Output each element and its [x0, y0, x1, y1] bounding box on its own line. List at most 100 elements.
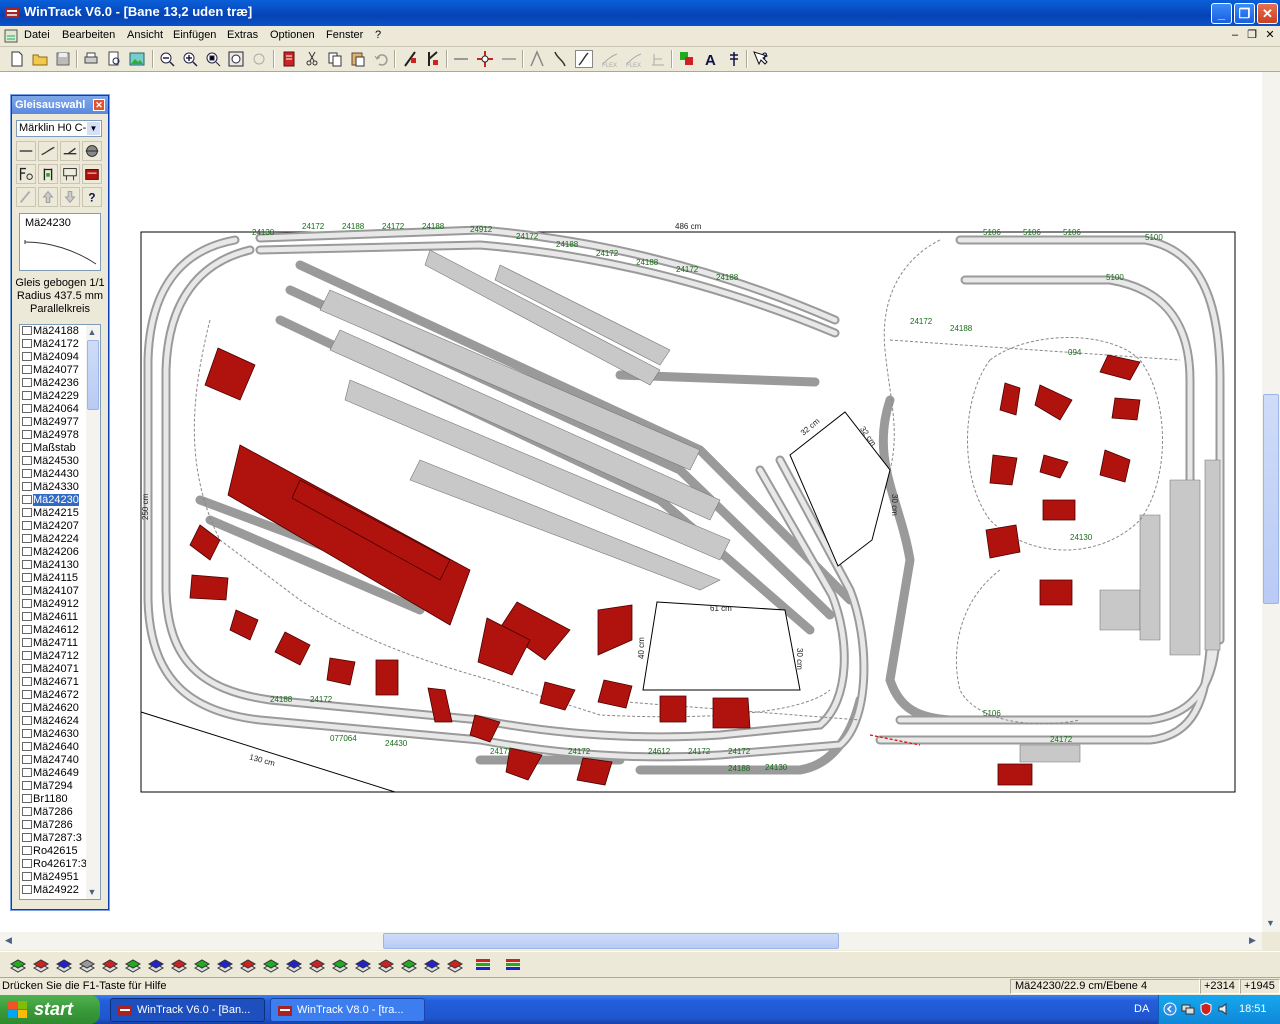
track-selection-panel[interactable]: Gleisauswahl ✕ Märklin H0 C- ▼ ? Mä24230…	[11, 95, 109, 910]
layer-19-icon[interactable]	[423, 956, 441, 974]
list-item[interactable]: Mä24630	[20, 728, 84, 741]
list-item[interactable]: Mä24611	[20, 611, 84, 624]
layer-color-icon[interactable]	[678, 50, 696, 68]
mdi-minimize-icon[interactable]: –	[1228, 28, 1242, 42]
list-item[interactable]: Mä24672	[20, 689, 84, 702]
curved-track-icon[interactable]	[38, 141, 58, 161]
library-select[interactable]: Märklin H0 C- ▼	[16, 120, 102, 137]
list-item[interactable]: Mä24640	[20, 741, 84, 754]
list-item[interactable]: Mä24612	[20, 624, 84, 637]
layer-8-icon[interactable]	[170, 956, 188, 974]
move-icon[interactable]	[476, 50, 494, 68]
document-icon[interactable]	[3, 28, 19, 44]
menu-ansicht[interactable]: Ansicht	[127, 29, 163, 41]
network-icon[interactable]	[1181, 1002, 1195, 1016]
list-item[interactable]: Mä24330	[20, 481, 84, 494]
panel-close-icon[interactable]: ✕	[93, 99, 105, 111]
list-scroll-thumb[interactable]	[87, 340, 99, 410]
list-item[interactable]: Mä24740	[20, 754, 84, 767]
list-item[interactable]: Mä24624	[20, 715, 84, 728]
list-item[interactable]: Ro42617:3	[20, 858, 87, 871]
layer-20-icon[interactable]	[446, 956, 464, 974]
list-item[interactable]: Mä24064	[20, 403, 84, 416]
list-item[interactable]: Mä24207	[20, 520, 84, 533]
library-icon[interactable]	[280, 50, 298, 68]
menu-bearbeiten[interactable]: Bearbeiten	[62, 29, 115, 41]
list-item[interactable]: Mä24188	[20, 325, 84, 338]
signal-icon[interactable]	[725, 50, 743, 68]
list-item[interactable]: Mä7294	[20, 780, 84, 793]
list-item[interactable]: Mä24977	[20, 416, 84, 429]
building-outline-icon[interactable]	[60, 164, 80, 184]
list-item[interactable]: Mä7286	[20, 819, 84, 832]
flex-curve-icon[interactable]	[575, 50, 593, 68]
switch-edit-icon[interactable]	[424, 50, 442, 68]
turnout-icon[interactable]	[60, 141, 80, 161]
tray-arrow-icon[interactable]	[1163, 1002, 1177, 1016]
volume-icon[interactable]	[1217, 1002, 1231, 1016]
mdi-close-icon[interactable]: ✕	[1263, 28, 1277, 42]
image-export-icon[interactable]	[128, 50, 146, 68]
layer-4-icon[interactable]	[78, 956, 96, 974]
list-item[interactable]: Mä7287:3	[20, 832, 84, 845]
list-item[interactable]: Mä24215	[20, 507, 84, 520]
menu-help[interactable]: ?	[375, 29, 381, 41]
menu-optionen[interactable]: Optionen	[270, 29, 315, 41]
zoom-disabled-icon[interactable]	[250, 50, 268, 68]
menu-extras[interactable]: Extras	[227, 29, 258, 41]
list-item[interactable]: Mä24530	[20, 455, 84, 468]
layer-17-icon[interactable]	[377, 956, 395, 974]
curve-icon[interactable]	[551, 50, 569, 68]
list-item[interactable]: Mä24229	[20, 390, 84, 403]
scroll-right-icon[interactable]: ▶	[1244, 932, 1261, 949]
text-icon[interactable]: A	[702, 50, 720, 68]
list-scroll-up-icon[interactable]: ▲	[85, 325, 99, 339]
undo-icon[interactable]	[372, 50, 390, 68]
wintrack-app-icon[interactable]	[4, 5, 20, 21]
list-item[interactable]: Mä24107	[20, 585, 84, 598]
task-wintrack-v6[interactable]: WinTrack V6.0 - [Ban...	[110, 998, 265, 1022]
list-item[interactable]: Mä24620	[20, 702, 84, 715]
list-item[interactable]: Mä24206	[20, 546, 84, 559]
list-item[interactable]: Mä24671	[20, 676, 84, 689]
list-item[interactable]: Mä24071	[20, 663, 84, 676]
horizontal-scrollbar[interactable]: ◀ ▶	[0, 932, 1262, 950]
straight-track-icon[interactable]	[16, 141, 36, 161]
layer-stack-icon[interactable]	[474, 956, 492, 974]
layer-7-icon[interactable]	[147, 956, 165, 974]
title-bar[interactable]: WinTrack V6.0 - [Bane 13,2 uden træ] _ ❐…	[0, 0, 1280, 26]
layer-18-icon[interactable]	[400, 956, 418, 974]
list-item[interactable]: Maßstab	[20, 442, 84, 455]
security-icon[interactable]	[1199, 1002, 1213, 1016]
connect-icon[interactable]	[452, 50, 470, 68]
list-item[interactable]: Mä24978	[20, 429, 84, 442]
list-item[interactable]: Mä24230	[20, 494, 84, 507]
layer-6-icon[interactable]	[124, 956, 142, 974]
layer-12-icon[interactable]	[262, 956, 280, 974]
split-icon[interactable]	[500, 50, 518, 68]
zoom-all-icon[interactable]	[227, 50, 245, 68]
layer-1-icon[interactable]	[9, 956, 27, 974]
open-folder-icon[interactable]	[31, 50, 49, 68]
list-item[interactable]: Mä24922	[20, 884, 84, 897]
task-wintrack-v8[interactable]: WinTrack V8.0 - [tra...	[270, 998, 425, 1022]
layer-2-icon[interactable]	[32, 956, 50, 974]
list-item[interactable]: Mä7286	[20, 806, 84, 819]
layer-5-icon[interactable]	[101, 956, 119, 974]
menu-fenster[interactable]: Fenster	[326, 29, 363, 41]
turntable-icon[interactable]	[82, 141, 102, 161]
copy-icon[interactable]	[326, 50, 344, 68]
list-item[interactable]: Ro42615	[20, 845, 84, 858]
layer-15-icon[interactable]	[331, 956, 349, 974]
horizontal-scroll-thumb[interactable]	[383, 933, 839, 949]
list-item[interactable]: Mä24236	[20, 377, 84, 390]
list-scroll-down-icon[interactable]: ▼	[85, 885, 99, 899]
save-icon[interactable]	[54, 50, 72, 68]
chevron-down-icon[interactable]: ▼	[87, 122, 100, 135]
scroll-left-icon[interactable]: ◀	[0, 932, 17, 949]
list-item[interactable]: Mä24224	[20, 533, 84, 546]
list-item[interactable]: Mä24649	[20, 767, 84, 780]
list-item[interactable]: Mä24912	[20, 598, 84, 611]
move-up-icon[interactable]	[38, 187, 58, 207]
layer-16-icon[interactable]	[354, 956, 372, 974]
